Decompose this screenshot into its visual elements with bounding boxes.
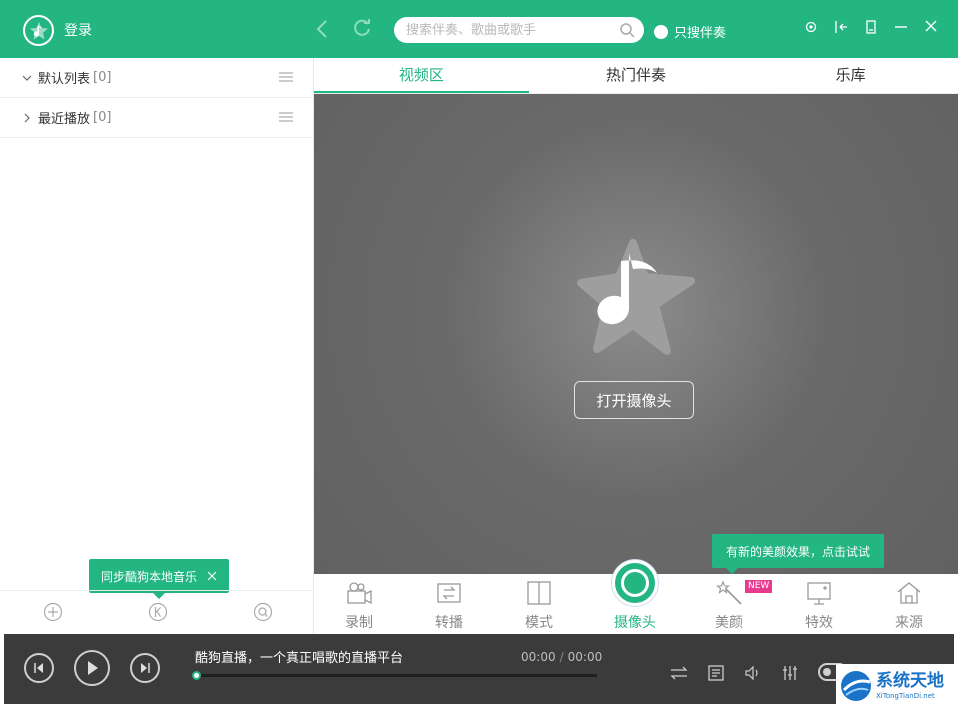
effects-icon (807, 582, 831, 605)
title-bar: 登录 只搜伴奏 (0, 0, 958, 58)
back-arrow-icon[interactable] (315, 19, 329, 39)
search-local-icon[interactable] (253, 602, 273, 622)
playlist-label: 最近播放 (38, 112, 91, 127)
toggle-knob (823, 668, 831, 676)
progress-bar[interactable] (192, 671, 597, 680)
watermark-subtitle: XiTongTianDi.net (876, 692, 935, 700)
progress-knob[interactable] (192, 671, 201, 680)
beauty-tooltip-text: 有新的美颜效果，点击试试 (726, 544, 871, 559)
playlist-default[interactable]: 默认列表 [0] (0, 58, 313, 98)
radio-button[interactable] (654, 24, 668, 39)
play-button[interactable] (74, 650, 110, 686)
volume-button[interactable] (743, 664, 763, 682)
playlist-count: [0] (93, 110, 112, 125)
tab-video-zone[interactable]: 视频区 (314, 58, 529, 93)
playlist-label: 默认列表 (38, 72, 91, 87)
total-time: 00:00 (567, 650, 603, 664)
play-order-button[interactable] (669, 664, 689, 682)
mode-label: 模式 (525, 615, 553, 631)
chevron-right-icon (24, 113, 30, 122)
only-accompaniment-label: 只搜伴奏 (674, 26, 727, 41)
mode-button[interactable]: 模式 (504, 578, 574, 634)
playlist-count: [0] (93, 70, 112, 85)
relay-label: 转播 (435, 615, 463, 631)
watermark-text: 系统天地 XiTongTianDi.net (876, 671, 944, 701)
only-accompaniment-toggle[interactable]: 只搜伴奏 (654, 22, 726, 41)
watermark: 系统天地 XiTongTianDi.net (836, 664, 958, 708)
lyrics-icon (708, 665, 724, 681)
open-camera-button[interactable]: 打开摄像头 (574, 381, 694, 419)
phone-icon[interactable] (864, 18, 878, 36)
player-bar: 酷狗直播，一个真正唱歌的直播平台 00:00/00:00 (4, 634, 954, 704)
source-label: 来源 (895, 615, 923, 631)
play-icon (88, 661, 98, 675)
list-menu-icon[interactable] (279, 112, 293, 122)
home-source-icon (897, 582, 921, 604)
camera-lens-ring (621, 569, 649, 597)
camera-label: 摄像头 (614, 615, 656, 631)
layout-mode-icon (527, 581, 551, 605)
globe-logo-icon (841, 671, 871, 701)
settings-gear-icon[interactable] (804, 18, 818, 36)
mini-mode-icon[interactable] (834, 18, 848, 36)
time-display: 00:00/00:00 (521, 650, 602, 664)
lyrics-button[interactable] (706, 664, 726, 682)
beauty-label: 美颜 (715, 615, 743, 631)
kugou-k-icon[interactable] (148, 602, 168, 622)
main-tabs: 视频区 热门伴奏 乐库 (314, 58, 958, 94)
now-playing-title: 酷狗直播，一个真正唱歌的直播平台 (195, 651, 404, 666)
new-badge: NEW (745, 580, 773, 593)
previous-button[interactable] (24, 653, 54, 683)
refresh-icon[interactable] (352, 18, 372, 38)
relay-icon (437, 583, 461, 603)
record-button[interactable]: 录制 (324, 578, 394, 634)
app-logo-icon[interactable] (23, 15, 54, 46)
kugou-star-logo-icon (577, 239, 695, 355)
tab-music-library[interactable]: 乐库 (743, 58, 958, 93)
magic-wand-icon (715, 580, 742, 605)
chevron-down-icon (22, 75, 32, 81)
equalizer-icon (783, 666, 797, 680)
relay-button[interactable]: 转播 (414, 578, 484, 634)
camera-lens-icon[interactable] (612, 560, 658, 606)
bottom-toolbar: 录制 转播 模式 摄像头 美颜 NEW 特效 来源 (314, 560, 958, 634)
record-label: 录制 (345, 615, 373, 631)
current-time: 00:00 (521, 650, 556, 664)
list-menu-icon[interactable] (279, 72, 293, 82)
source-button[interactable]: 来源 (874, 578, 944, 634)
login-link[interactable]: 登录 (64, 20, 92, 40)
effects-button[interactable]: 特效 (784, 578, 854, 634)
camera-record-icon (347, 582, 372, 605)
equalizer-button[interactable] (780, 664, 800, 682)
video-preview-area: 打开摄像头 (314, 94, 958, 574)
search-icon[interactable] (619, 22, 635, 38)
add-playlist-icon[interactable] (43, 602, 63, 622)
close-icon[interactable] (924, 18, 938, 36)
tab-hot-accompaniment[interactable]: 热门伴奏 (529, 58, 744, 93)
next-icon (141, 663, 150, 673)
effects-label: 特效 (805, 615, 833, 631)
playlist-recent[interactable]: 最近播放 [0] (0, 98, 313, 138)
minimize-icon[interactable] (894, 18, 908, 36)
volume-icon (745, 665, 758, 681)
close-tooltip-icon[interactable] (207, 571, 217, 581)
next-button[interactable] (130, 653, 160, 683)
search-input[interactable] (394, 17, 644, 43)
playlist-sidebar: 默认列表 [0] 最近播放 [0] 同步酷狗本地音乐 (0, 58, 314, 634)
beauty-effect-tooltip[interactable]: 有新的美颜效果，点击试试 (712, 534, 885, 574)
shuffle-icon (670, 666, 688, 680)
sync-local-music-tooltip[interactable]: 同步酷狗本地音乐 (89, 559, 230, 599)
sync-tooltip-text: 同步酷狗本地音乐 (101, 569, 198, 584)
previous-icon (34, 663, 43, 673)
watermark-title: 系统天地 (876, 671, 944, 691)
sidebar-footer (0, 590, 314, 634)
time-separator: / (559, 650, 564, 664)
